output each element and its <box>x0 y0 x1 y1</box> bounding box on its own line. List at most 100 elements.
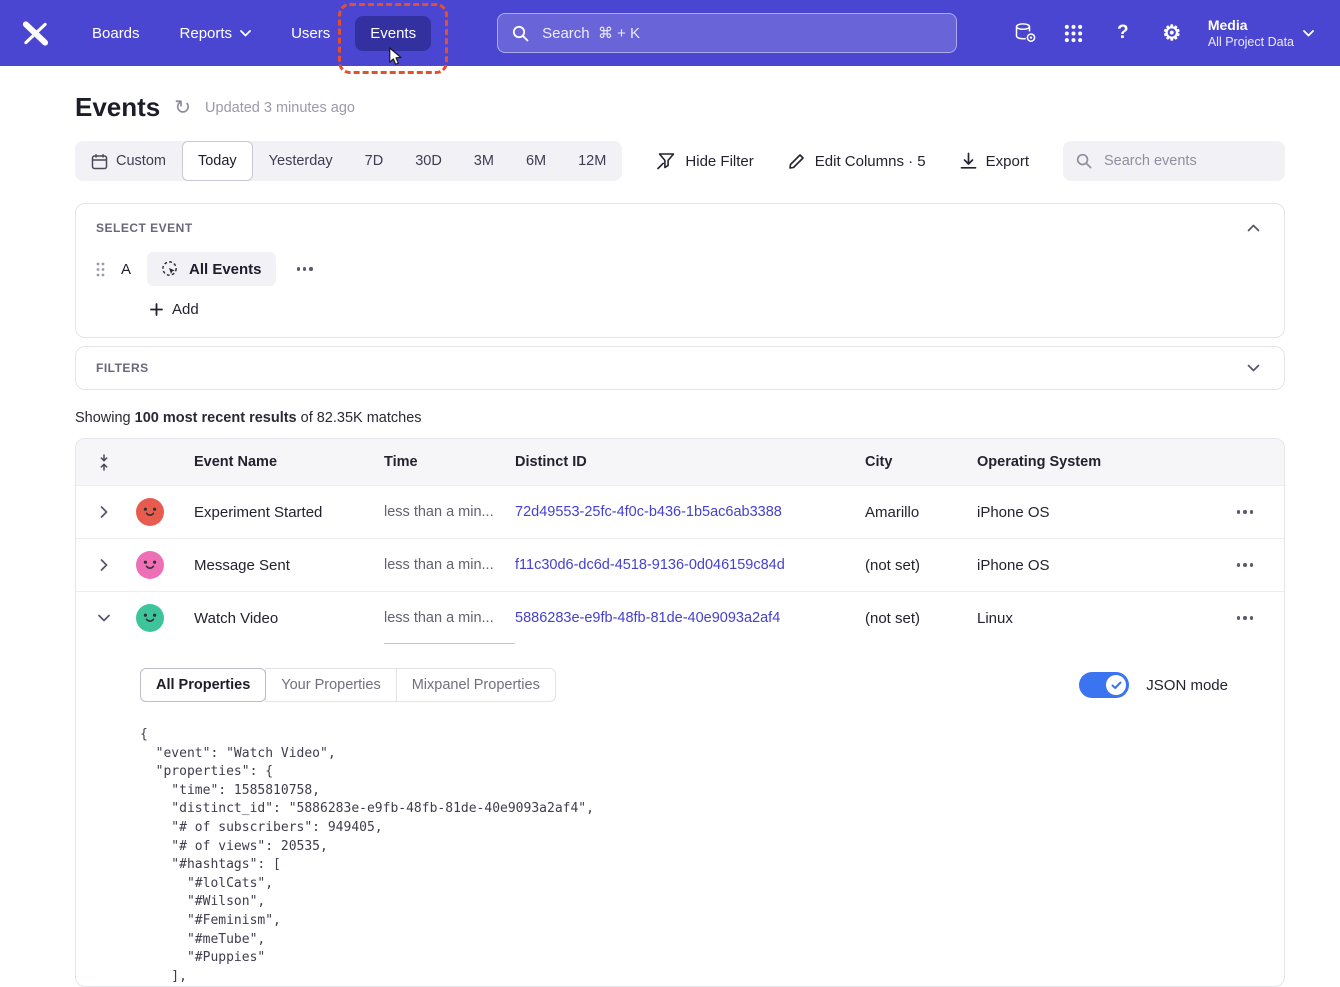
chevron-down-icon <box>240 30 251 37</box>
calendar-icon <box>91 153 108 170</box>
json-mode-label: JSON mode <box>1146 677 1228 694</box>
row-more-options-icon[interactable] <box>1231 559 1259 570</box>
events-search-input[interactable] <box>1102 152 1293 170</box>
os-cell: iPhone OS <box>977 539 1206 591</box>
chevron-down-icon <box>1303 30 1314 37</box>
project-switcher[interactable]: Media All Project Data <box>1208 16 1314 50</box>
results-summary: Showing100 most recent resultsof 82.35K … <box>75 410 1285 426</box>
chevron-down-icon <box>1247 364 1260 372</box>
events-search[interactable] <box>1063 141 1285 181</box>
expand-filters-button[interactable] <box>1243 360 1264 376</box>
date-range-yesterday[interactable]: Yesterday <box>253 141 349 181</box>
row-detail-panel: All Properties Your Properties Mixpanel … <box>76 644 1284 986</box>
column-header-os[interactable]: Operating System <box>977 439 1206 485</box>
nav-boards[interactable]: Boards <box>77 16 155 51</box>
drag-handle-icon[interactable] <box>96 262 105 277</box>
toolbar: Custom Today Yesterday 7D 30D 3M 6M 12M … <box>75 141 1285 181</box>
page-title: Events <box>75 92 160 123</box>
properties-tabs: All Properties Your Properties Mixpanel … <box>140 668 556 702</box>
add-button-label: Add <box>172 301 199 318</box>
tab-your-properties[interactable]: Your Properties <box>265 668 396 702</box>
filter-icon <box>657 152 676 170</box>
event-name-cell: Experiment Started <box>194 486 384 538</box>
collapse-panel-button[interactable] <box>1243 220 1264 236</box>
nav-reports[interactable]: Reports <box>165 16 267 51</box>
plus-icon <box>150 303 163 316</box>
selected-event-name: All Events <box>189 261 262 278</box>
date-range-control: Custom Today Yesterday 7D 30D 3M 6M 12M <box>75 141 622 181</box>
nav-users[interactable]: Users <box>276 16 345 51</box>
date-range-label: Custom <box>116 153 166 169</box>
expand-row-chevron-right-icon[interactable] <box>76 486 132 538</box>
avatar <box>136 604 164 632</box>
expand-row-chevron-right-icon[interactable] <box>76 539 132 591</box>
event-selector-chip[interactable]: All Events <box>147 252 276 286</box>
results-count: 100 most recent results <box>135 410 297 426</box>
os-cell: Linux <box>977 592 1206 644</box>
date-range-12m[interactable]: 12M <box>562 141 622 181</box>
table-row-expanded[interactable]: Watch Video less than a min... 5886283e-… <box>76 591 1284 644</box>
updated-timestamp: Updated 3 minutes ago <box>205 100 355 116</box>
column-header-event-name[interactable]: Event Name <box>194 439 384 485</box>
json-mode-toggle[interactable] <box>1079 672 1129 698</box>
tab-mixpanel-properties[interactable]: Mixpanel Properties <box>396 668 556 702</box>
row-more-options-icon[interactable] <box>1231 612 1259 623</box>
distinct-id-link[interactable]: 72d49553-25fc-4f0c-b436-1b5ac6ab3388 <box>515 504 782 520</box>
os-cell: iPhone OS <box>977 486 1206 538</box>
collapse-all-rows-icon[interactable] <box>76 439 132 485</box>
apps-grid-icon[interactable] <box>1061 20 1087 46</box>
select-event-panel: SELECT EVENT A <box>75 203 1285 338</box>
avatar <box>136 498 164 526</box>
tab-all-properties[interactable]: All Properties <box>140 668 266 702</box>
nav-events[interactable]: Events <box>355 16 431 51</box>
event-json-code: { "event": "Watch Video", "properties": … <box>140 726 1228 986</box>
cursor-pointer-icon <box>388 47 403 66</box>
date-range-3m[interactable]: 3M <box>458 141 510 181</box>
edit-columns-button[interactable]: Edit Columns · 5 <box>788 152 926 170</box>
project-name: Media <box>1208 16 1294 34</box>
edit-columns-label: Edit Columns · 5 <box>815 153 926 170</box>
city-cell: (not set) <box>865 539 977 591</box>
column-header-time[interactable]: Time <box>384 439 515 485</box>
event-name-cell: Watch Video <box>194 592 384 644</box>
table-row[interactable]: Experiment Started less than a min... 72… <box>76 485 1284 538</box>
help-icon[interactable]: ? <box>1110 20 1136 46</box>
hide-filter-button[interactable]: Hide Filter <box>657 152 753 170</box>
settings-gear-icon[interactable]: ⚙ <box>1159 20 1185 46</box>
navbar-search-input[interactable] <box>540 24 942 43</box>
date-range-custom[interactable]: Custom <box>75 141 182 181</box>
date-range-6m[interactable]: 6M <box>510 141 562 181</box>
distinct-id-link[interactable]: 5886283e-e9fb-48fb-81de-40e9093a2af4 <box>515 610 780 626</box>
table-row[interactable]: Message Sent less than a min... f11c30d6… <box>76 538 1284 591</box>
date-range-30d[interactable]: 30D <box>399 141 458 181</box>
column-header-city[interactable]: City <box>865 439 977 485</box>
column-header-distinct-id[interactable]: Distinct ID <box>515 439 865 485</box>
search-icon <box>1076 153 1092 169</box>
time-cell: less than a min... <box>384 539 515 591</box>
nav-reports-label: Reports <box>180 25 233 42</box>
more-options-icon[interactable] <box>291 263 319 274</box>
add-event-button[interactable]: Add <box>144 300 205 319</box>
events-page: Events ↻ Updated 3 minutes ago Custom To… <box>0 66 1340 987</box>
city-cell: (not set) <box>865 592 977 644</box>
date-range-today[interactable]: Today <box>182 141 253 181</box>
refresh-icon[interactable]: ↻ <box>174 98 191 118</box>
table-header: Event Name Time Distinct ID City Operati… <box>76 439 1284 485</box>
toggle-knob <box>1106 675 1126 695</box>
events-table: Event Name Time Distinct ID City Operati… <box>75 438 1285 987</box>
collapse-row-chevron-down-icon[interactable] <box>76 592 132 644</box>
filters-panel: FILTERS <box>75 346 1285 390</box>
main-nav: Boards Reports Users Events <box>77 16 431 51</box>
row-more-options-icon[interactable] <box>1231 506 1259 517</box>
data-management-icon[interactable] <box>1012 20 1038 46</box>
event-name-cell: Message Sent <box>194 539 384 591</box>
distinct-id-link[interactable]: f11c30d6-dc6d-4518-9136-0d046159c84d <box>515 557 785 573</box>
project-subtitle: All Project Data <box>1208 34 1294 50</box>
navbar-right: ? ⚙ Media All Project Data <box>1012 16 1314 50</box>
time-cell: less than a min... <box>384 592 515 644</box>
navbar-search[interactable] <box>497 13 957 53</box>
time-cell: less than a min... <box>384 486 515 538</box>
mixpanel-logo[interactable] <box>22 21 49 46</box>
export-button[interactable]: Export <box>960 152 1029 170</box>
date-range-7d[interactable]: 7D <box>349 141 400 181</box>
